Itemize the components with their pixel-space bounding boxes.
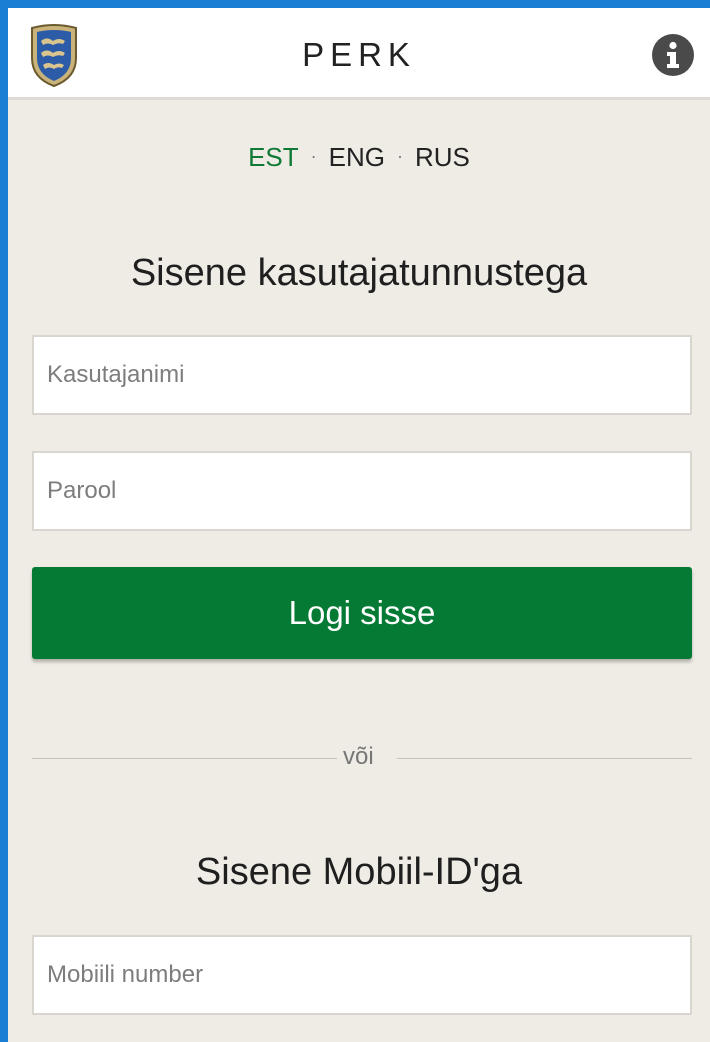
language-switcher: EST · ENG · RUS [8,144,710,170]
info-icon[interactable] [652,34,694,76]
top-bar: PERK [8,8,710,100]
language-est-link[interactable]: EST [248,142,299,172]
password-input[interactable] [32,451,692,531]
mobile-id-heading: Sisene Mobiil-ID'ga [195,851,523,893]
language-rus-link[interactable]: RUS [415,142,470,172]
divider-line-right [397,758,692,759]
divider-line-left [32,758,337,759]
language-separator: · [397,146,403,166]
username-input[interactable] [32,335,692,415]
divider-text: või [343,743,374,770]
app-title: PERK [302,36,416,73]
mobile-number-input[interactable] [32,935,692,1015]
credentials-login-heading: Sisene kasutajatunnustega [130,252,588,294]
app-frame: PERK EST · ENG · RUS Sisene kasutajatunnuste… [8,8,710,1042]
language-separator: · [310,146,317,166]
language-eng-link[interactable]: ENG [329,142,385,172]
login-button[interactable]: Logi sisse [32,567,692,659]
or-divider: või [32,743,692,773]
